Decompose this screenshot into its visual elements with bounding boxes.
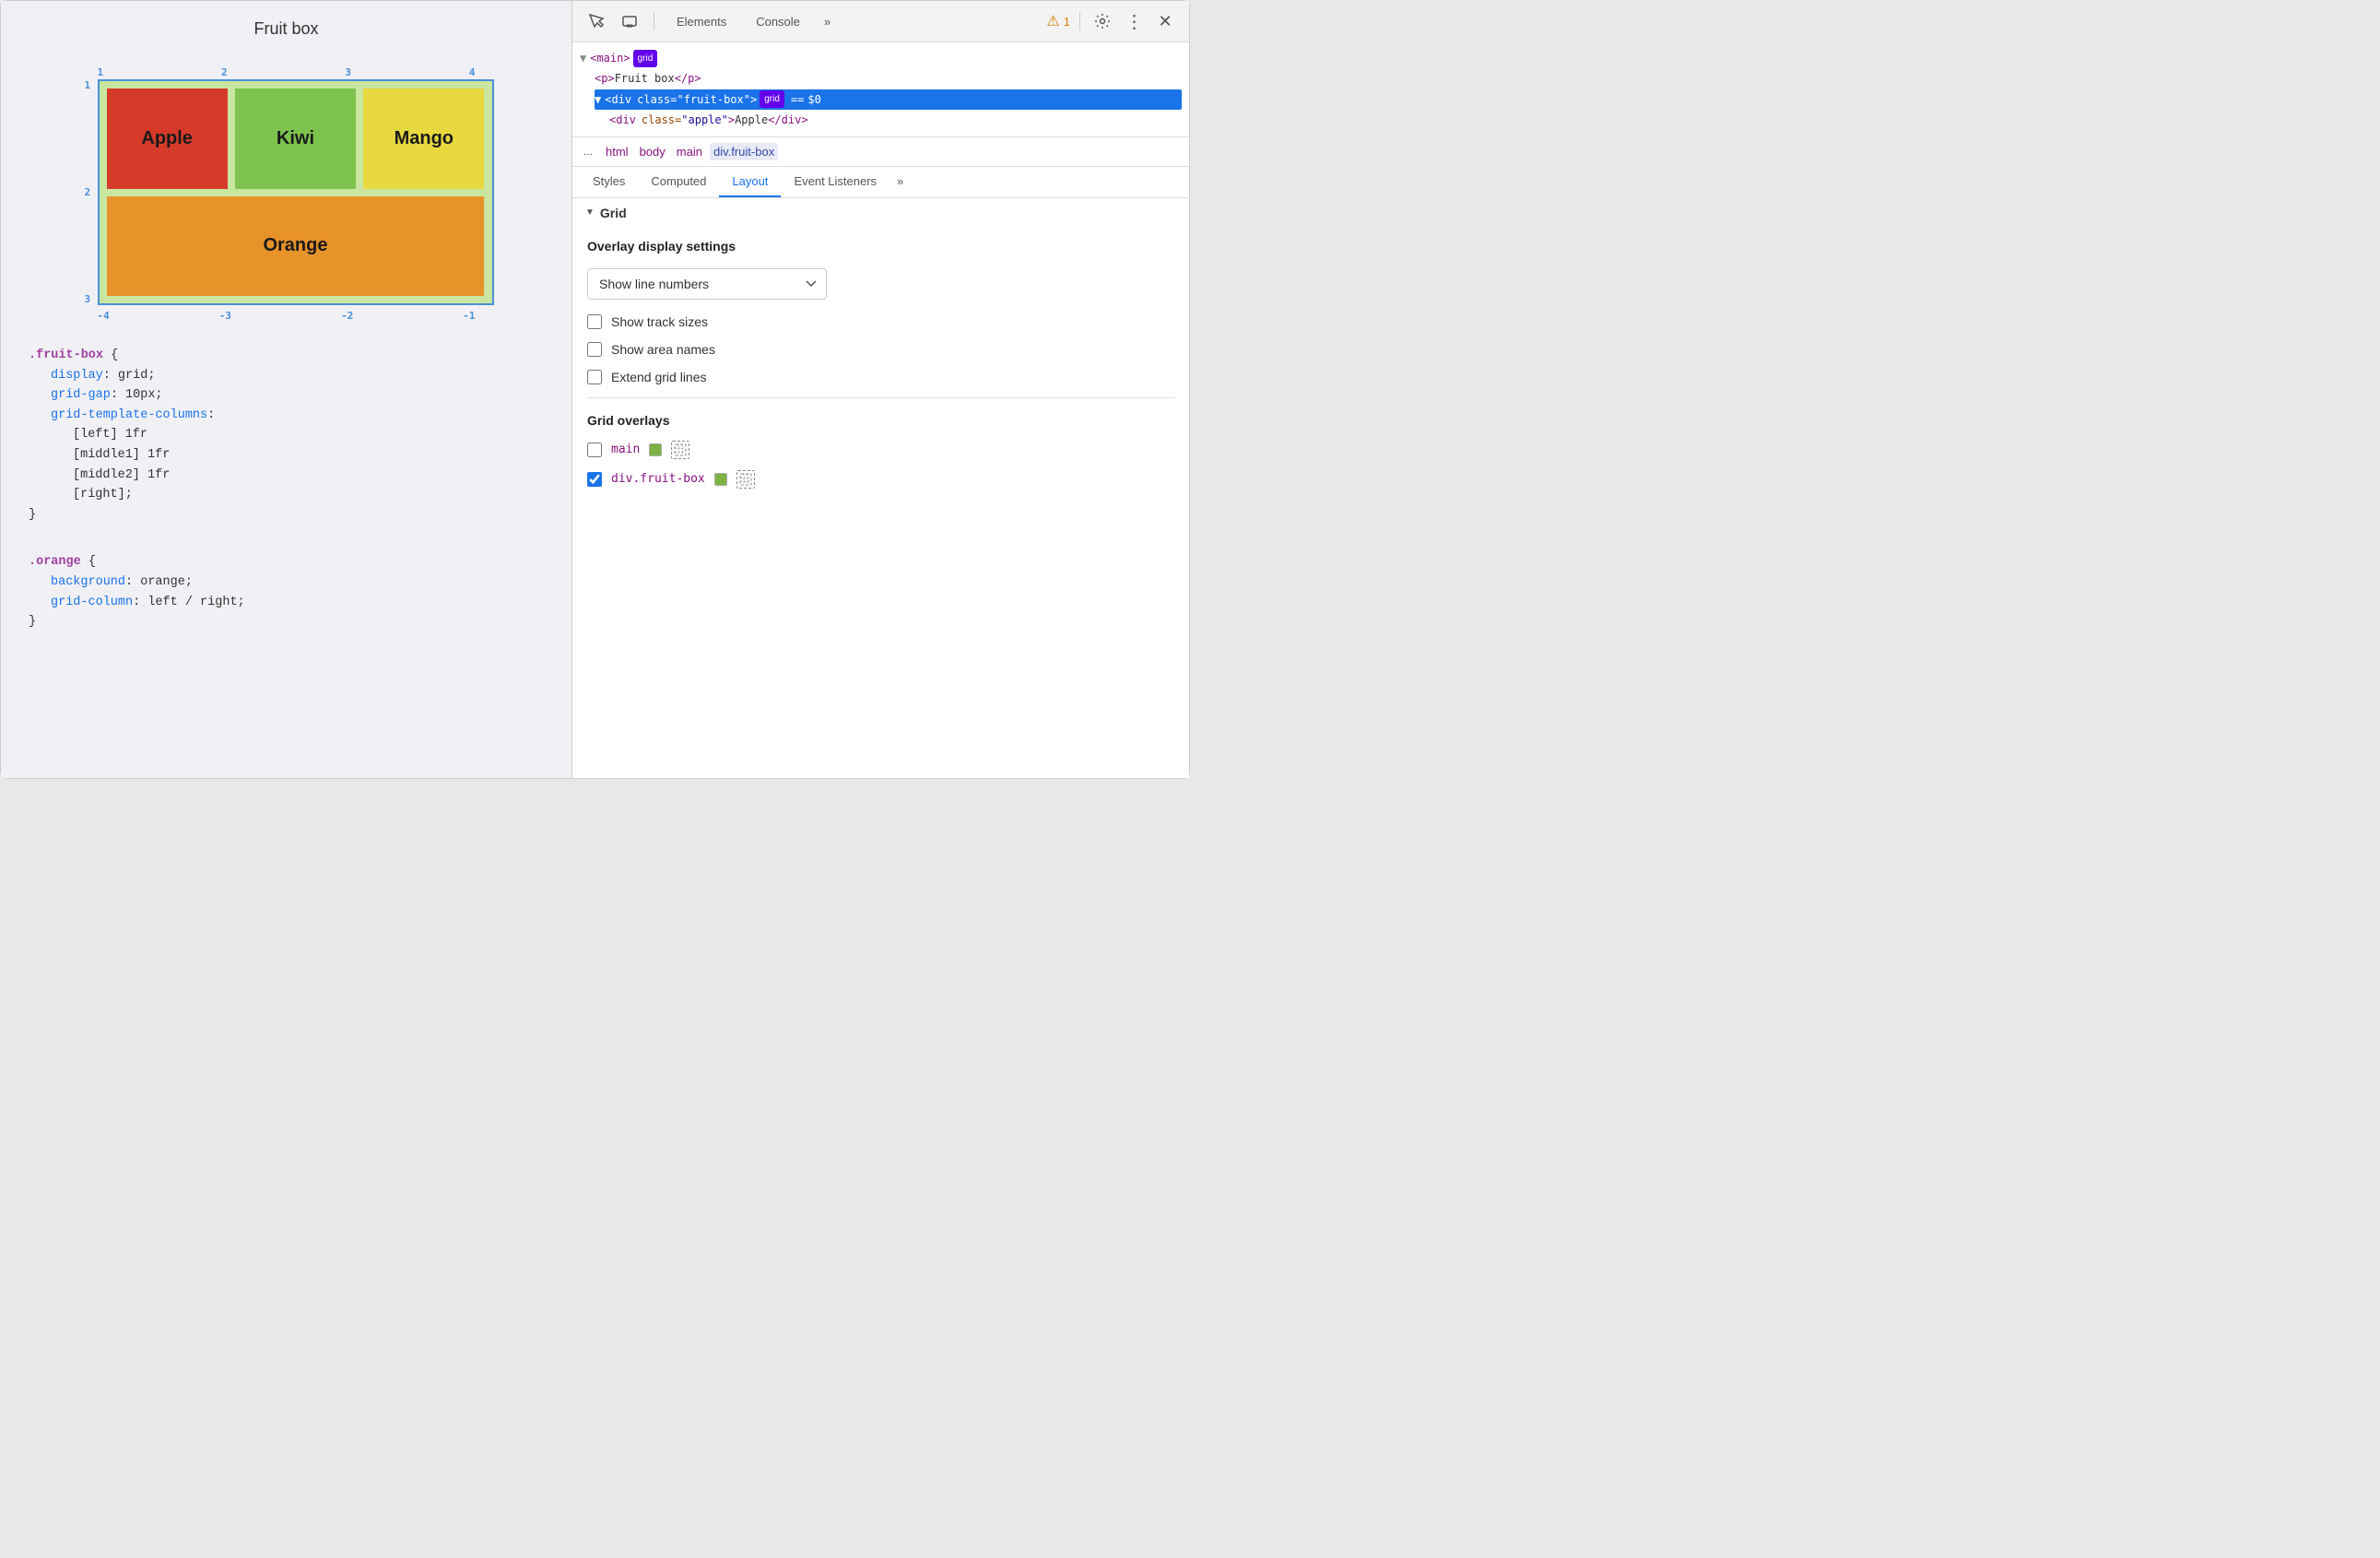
overlay-main-checkbox[interactable] (587, 443, 602, 457)
grid-num-bot-m1: -1 (463, 310, 475, 322)
devtools-right-actions: ⚠ 1 ⋮ ✕ (1046, 8, 1178, 34)
breadcrumb-main[interactable]: main (673, 143, 706, 160)
tab-elements[interactable]: Elements (666, 9, 737, 34)
grid-section-title: Grid (600, 206, 627, 220)
grid-num-left-1: 1 (85, 79, 91, 91)
tab-computed[interactable]: Computed (638, 167, 719, 197)
grid-num-top-3: 3 (345, 66, 351, 78)
overlay-fruit-box-icon[interactable] (736, 470, 755, 489)
panel-tab-more[interactable]: » (890, 167, 911, 197)
tab-console[interactable]: Console (745, 9, 811, 34)
breadcrumb-body[interactable]: body (636, 143, 669, 160)
grid-num-bot-m3: -3 (219, 310, 231, 322)
section-divider (587, 397, 1174, 398)
dom-tree: ▼ <main> grid <p> Fruit box </p> ▼ <div … (572, 42, 1189, 137)
overlay-main-icon[interactable] (671, 441, 689, 459)
breadcrumb-more[interactable]: ... (583, 145, 593, 158)
code-block-orange: .orange { background: orange; grid-colum… (19, 552, 553, 631)
warning-icon: ⚠ (1046, 12, 1059, 30)
line-numbers-dropdown[interactable]: Show line numbers Show track sizes Show … (587, 268, 827, 300)
devtools-toolbar: Elements Console » ⚠ 1 ⋮ ✕ (572, 1, 1189, 42)
page-title: Fruit box (19, 19, 553, 39)
show-area-names-label: Show area names (611, 342, 715, 357)
breadcrumb: ... html body main div.fruit-box (572, 137, 1189, 167)
inspect-element-button[interactable] (583, 8, 609, 34)
close-button[interactable]: ✕ (1152, 8, 1178, 34)
breadcrumb-html[interactable]: html (602, 143, 632, 160)
overlay-row-fruit-box: div.fruit-box (587, 470, 1174, 489)
code-block-fruit-box: .fruit-box { display: grid; grid-gap: 10… (19, 346, 553, 525)
toolbar-separator-2 (1079, 12, 1080, 30)
dom-line-p[interactable]: <p> Fruit box </p> (595, 68, 1182, 89)
overlay-main-color[interactable] (649, 443, 662, 456)
panel-tabs: Styles Computed Layout Event Listeners » (572, 167, 1189, 198)
tab-event-listeners[interactable]: Event Listeners (781, 167, 890, 197)
overlay-fruit-box-color[interactable] (714, 473, 727, 486)
panel-content: ▼ Grid Overlay display settings Show lin… (572, 198, 1189, 778)
tab-styles[interactable]: Styles (580, 167, 638, 197)
grid-num-left-2: 2 (85, 186, 91, 198)
grid-num-bot-m4: -4 (98, 310, 110, 322)
dom-line-main[interactable]: ▼ <main> grid (580, 48, 1182, 68)
overlay-main-label: main (611, 443, 640, 456)
overlay-fruit-box-checkbox[interactable] (587, 472, 602, 487)
dom-line-apple[interactable]: <div class="apple" > Apple </div> (609, 110, 1182, 130)
warning-badge: ⚠ 1 (1046, 12, 1070, 30)
more-tabs-button[interactable]: » (819, 11, 836, 32)
cell-orange: Orange (107, 196, 485, 297)
code-selector-2: .orange (29, 555, 81, 569)
show-track-sizes-checkbox[interactable] (587, 314, 602, 329)
grid-visualization: Apple Kiwi Mango Orange (98, 79, 494, 305)
device-toolbar-button[interactable] (617, 8, 642, 34)
checkbox-extend-grid-lines: Extend grid lines (587, 370, 1174, 384)
dom-line-fruit-box[interactable]: ▼ <div class="fruit-box" > grid == $0 (595, 89, 1182, 110)
settings-button[interactable] (1090, 8, 1115, 34)
grid-num-top-2: 2 (221, 66, 228, 78)
triangle-icon: ▼ (585, 207, 595, 218)
code-selector-1: .fruit-box (29, 348, 103, 362)
grid-num-top-4: 4 (469, 66, 476, 78)
grid-num-left-3: 3 (85, 293, 91, 305)
overlay-fruit-box-label: div.fruit-box (611, 472, 705, 486)
cell-mango: Mango (363, 89, 484, 189)
grid-visual: Apple Kiwi Mango Orange (100, 81, 492, 303)
grid-section-header[interactable]: ▼ Grid (572, 198, 1189, 228)
cell-apple: Apple (107, 89, 228, 189)
grid-overlays-title: Grid overlays (587, 413, 1174, 428)
breadcrumb-fruit-box[interactable]: div.fruit-box (710, 143, 778, 160)
extend-grid-lines-checkbox[interactable] (587, 370, 602, 384)
cell-kiwi: Kiwi (235, 89, 356, 189)
checkbox-show-track-sizes: Show track sizes (587, 314, 1174, 329)
more-options-button[interactable]: ⋮ (1121, 8, 1147, 34)
tab-layout[interactable]: Layout (719, 167, 781, 197)
extend-grid-lines-label: Extend grid lines (611, 370, 707, 384)
grid-section-content: Overlay display settings Show line numbe… (572, 228, 1189, 511)
show-track-sizes-label: Show track sizes (611, 314, 708, 329)
devtools-panel: Elements Console » ⚠ 1 ⋮ ✕ (572, 1, 1189, 778)
grid-num-top-1: 1 (98, 66, 104, 78)
dropdown-row: Show line numbers Show track sizes Show … (587, 268, 1174, 300)
overlay-display-title: Overlay display settings (587, 239, 1174, 254)
overlay-row-main: main (587, 441, 1174, 459)
grid-num-bot-m2: -2 (341, 310, 353, 322)
show-area-names-checkbox[interactable] (587, 342, 602, 357)
checkbox-show-area-names: Show area names (587, 342, 1174, 357)
left-panel: Fruit box 1 2 3 4 1 2 3 -1 Apple Kiwi (1, 1, 572, 778)
